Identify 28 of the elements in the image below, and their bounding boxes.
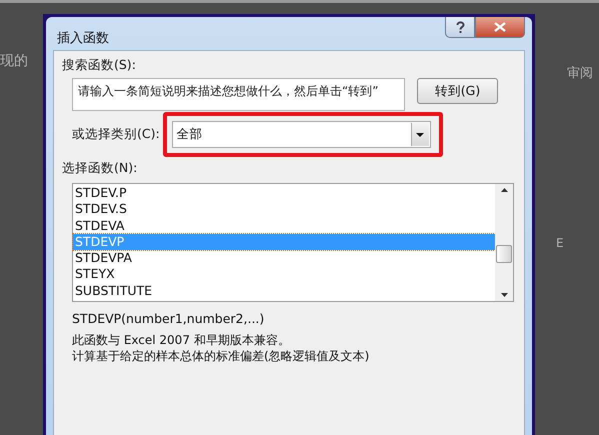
- function-description: 计算基于给定的样本总体的标准偏差(忽略逻辑值及文本): [71, 348, 370, 364]
- scroll-down-icon: [500, 293, 508, 297]
- function-description: 此函数与 Excel 2007 和早期版本兼容。: [71, 332, 291, 348]
- scroll-thumb[interactable]: [496, 244, 512, 262]
- category-dropdown[interactable]: 全部: [172, 121, 431, 148]
- close-button[interactable]: [475, 17, 525, 38]
- help-icon: [456, 20, 464, 34]
- background-text: 现的: [0, 52, 28, 70]
- function-item[interactable]: STDEVPA: [73, 250, 495, 266]
- function-item[interactable]: SUBSTITUTE: [73, 282, 495, 300]
- go-button[interactable]: 转到(G): [417, 78, 498, 104]
- dropdown-arrow-icon: [416, 132, 424, 136]
- function-item[interactable]: STDEV.P: [73, 185, 495, 202]
- background-text: E: [556, 236, 564, 250]
- functions-label: 选择函数(N):: [62, 160, 138, 177]
- scroll-up-icon: [500, 188, 508, 192]
- background-text: 审阅: [567, 65, 593, 82]
- function-item[interactable]: STDEV.S: [73, 201, 495, 218]
- window-title: 插入函数: [57, 30, 109, 47]
- function-item[interactable]: STEYX: [73, 266, 495, 283]
- scrollbar[interactable]: [495, 184, 513, 301]
- search-label: 搜索函数(S):: [62, 57, 137, 74]
- search-field[interactable]: 请输入一条简短说明来描述您想做什么，然后单击“转到”: [72, 78, 405, 111]
- category-label: 或选择类别(C):: [72, 126, 160, 143]
- help-button[interactable]: [445, 17, 475, 38]
- function-item[interactable]: STDEVA: [73, 218, 495, 234]
- close-icon: [494, 22, 506, 32]
- function-syntax: STDEVP(number1,number2,...): [71, 311, 266, 326]
